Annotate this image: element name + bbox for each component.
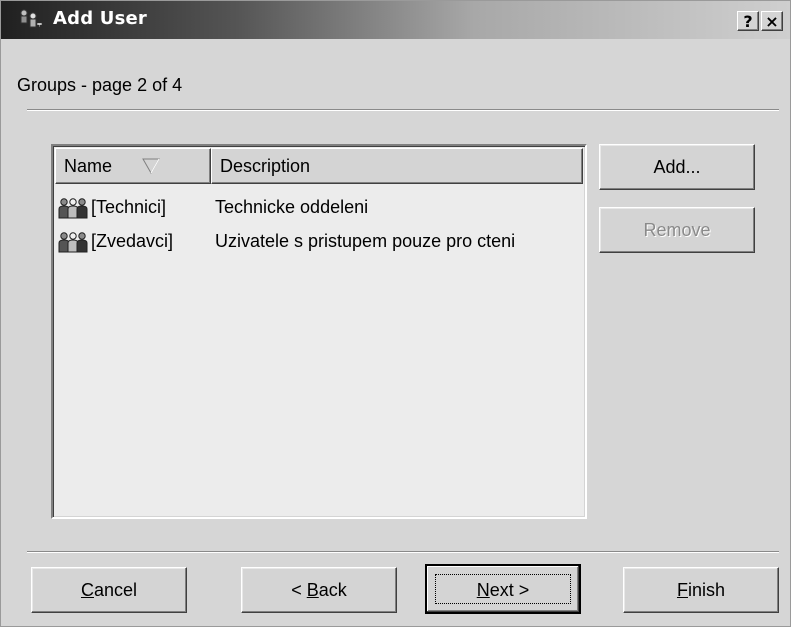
add-user-dialog: Add User ? × Groups - page 2 of 4 Name D… bbox=[0, 0, 791, 627]
help-button[interactable]: ? bbox=[737, 11, 759, 31]
group-name: [Technici] bbox=[91, 197, 167, 217]
sort-descending-icon bbox=[142, 158, 160, 175]
close-button[interactable]: × bbox=[761, 11, 783, 31]
focus-rectangle bbox=[435, 574, 571, 604]
group-icon bbox=[58, 232, 88, 253]
group-description: Technicke oddeleni bbox=[215, 197, 369, 217]
group-name: [Zvedavci] bbox=[91, 231, 174, 251]
page-label: Groups - page 2 of 4 bbox=[17, 75, 183, 95]
groups-listview[interactable]: Name Description [Technici] Technicke od bbox=[51, 144, 587, 519]
next-button[interactable]: Next > bbox=[425, 564, 581, 614]
back-button[interactable]: < Back bbox=[241, 567, 397, 613]
button-label: inish bbox=[687, 580, 726, 600]
add-button[interactable]: Add... bbox=[599, 144, 755, 190]
users-key-icon bbox=[20, 9, 43, 28]
button-label: < bbox=[291, 580, 307, 600]
accelerator-key: C bbox=[80, 580, 94, 600]
remove-button[interactable]: Remove bbox=[599, 207, 755, 253]
group-icon bbox=[58, 198, 88, 219]
cancel-button[interactable]: Cancel bbox=[31, 567, 187, 613]
column-header-label: Description bbox=[220, 156, 311, 176]
column-header-name[interactable]: Name bbox=[55, 148, 211, 184]
listview-header: Name Description bbox=[55, 148, 583, 184]
divider bbox=[27, 551, 779, 553]
button-label: ancel bbox=[93, 580, 138, 600]
divider bbox=[27, 109, 779, 111]
button-label: ack bbox=[318, 580, 347, 600]
finish-button[interactable]: Finish bbox=[623, 567, 779, 613]
column-header-description[interactable]: Description bbox=[211, 148, 583, 184]
title-bar[interactable]: Add User ? × bbox=[1, 1, 790, 39]
accelerator-key: B bbox=[306, 580, 319, 600]
accelerator-key: F bbox=[676, 580, 688, 600]
group-description: Uzivatele s pristupem pouze pro cteni bbox=[215, 231, 516, 251]
column-header-label: Name bbox=[64, 156, 113, 176]
window-title: Add User bbox=[53, 8, 147, 29]
